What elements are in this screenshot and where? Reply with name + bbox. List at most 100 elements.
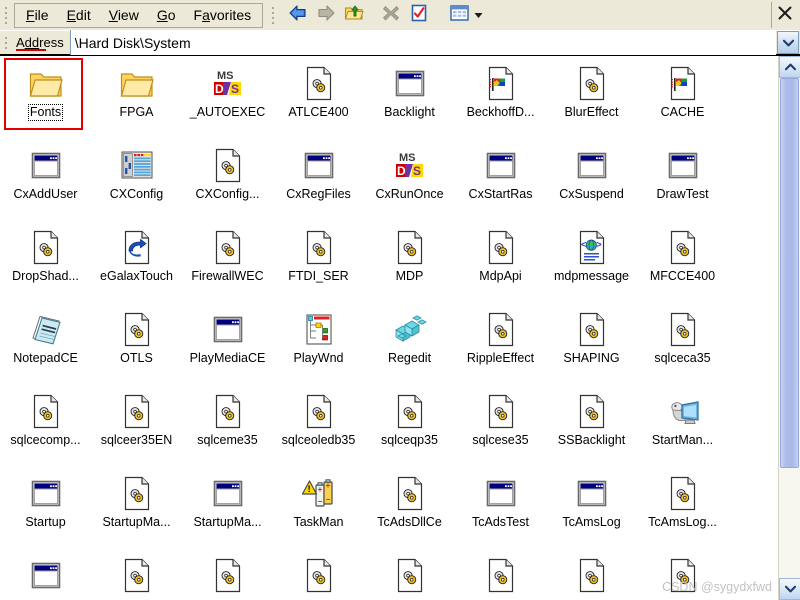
dll-gear-icon bbox=[211, 394, 245, 430]
menu-item-favorites[interactable]: Favorites bbox=[185, 4, 261, 26]
file-item-sqlceoledb35[interactable]: sqlceoledb35 bbox=[273, 389, 364, 471]
file-item-startupma-[interactable]: StartupMa... bbox=[91, 471, 182, 553]
file-item-sqlceme35[interactable]: sqlceme35 bbox=[182, 389, 273, 471]
menubar-grip[interactable] bbox=[2, 4, 10, 26]
file-item-r6c6[interactable] bbox=[546, 553, 637, 600]
file-item-beckhoffd-[interactable]: BeckhoffD... bbox=[455, 61, 546, 143]
dll-gear-icon bbox=[302, 66, 336, 102]
file-item-firewallwec[interactable]: FirewallWEC bbox=[182, 225, 273, 307]
icon-row: CxAddUser CXConfig CXConfig... CxRegFiles MS… bbox=[0, 143, 778, 225]
scroll-track[interactable] bbox=[779, 78, 800, 578]
file-item-ftdi-ser[interactable]: FTDI_SER bbox=[273, 225, 364, 307]
menu-item-file[interactable]: File bbox=[17, 4, 58, 26]
file-item-cxadduser[interactable]: CxAddUser bbox=[0, 143, 91, 225]
file-item-ssbacklight[interactable]: SSBacklight bbox=[546, 389, 637, 471]
file-item-rippleeffect[interactable]: RippleEffect bbox=[455, 307, 546, 389]
dll-gear-icon bbox=[484, 230, 518, 266]
file-item-mdpapi[interactable]: MdpApi bbox=[455, 225, 546, 307]
file-item-cxconfig[interactable]: CXConfig bbox=[91, 143, 182, 225]
file-item-fonts[interactable]: Fonts bbox=[0, 58, 91, 143]
delete-button[interactable] bbox=[378, 3, 404, 28]
file-item-drawtest[interactable]: DrawTest bbox=[637, 143, 728, 225]
file-item-startman-[interactable]: StartMan... bbox=[637, 389, 728, 471]
file-item-sqlceer35en[interactable]: sqlceer35EN bbox=[91, 389, 182, 471]
file-item-sqlceca35[interactable]: sqlceca35 bbox=[637, 307, 728, 389]
menu-item-view[interactable]: View bbox=[100, 4, 148, 26]
file-item-playmediace[interactable]: PlayMediaCE bbox=[182, 307, 273, 389]
file-item-r6c7[interactable] bbox=[637, 553, 728, 600]
file-item-r6c1[interactable] bbox=[91, 553, 182, 600]
toolbar bbox=[285, 2, 800, 29]
back-button[interactable] bbox=[285, 3, 311, 28]
vertical-scrollbar[interactable] bbox=[778, 56, 800, 600]
app-window-icon bbox=[575, 148, 609, 184]
up-one-level-button[interactable] bbox=[341, 3, 367, 28]
menu-item-go[interactable]: Go bbox=[148, 4, 185, 26]
view-mode-dropdown[interactable] bbox=[471, 3, 485, 28]
file-item-fpga[interactable]: FPGA bbox=[91, 61, 182, 143]
file-item-r6c3[interactable] bbox=[273, 553, 364, 600]
file-item-r6c4[interactable] bbox=[364, 553, 455, 600]
file-item-label: sqlceme35 bbox=[197, 433, 258, 447]
menu-item-edit[interactable]: Edit bbox=[58, 4, 100, 26]
file-item-notepadce[interactable]: NotepadCE bbox=[0, 307, 91, 389]
file-item-regedit[interactable]: Regedit bbox=[364, 307, 455, 389]
file-item-cxstartras[interactable]: CxStartRas bbox=[455, 143, 546, 225]
svg-text:−: − bbox=[325, 495, 330, 504]
address-dropdown-button[interactable] bbox=[777, 31, 799, 54]
scroll-down-button[interactable] bbox=[779, 578, 800, 600]
file-item-cxconfig-[interactable]: CXConfig... bbox=[182, 143, 273, 225]
file-item-tcadsdllce[interactable]: TcAdsDllCe bbox=[364, 471, 455, 553]
file-item-sqlceqp35[interactable]: sqlceqp35 bbox=[364, 389, 455, 471]
file-item-tcadstest[interactable]: TcAdsTest bbox=[455, 471, 546, 553]
file-item-cxregfiles[interactable]: CxRegFiles bbox=[273, 143, 364, 225]
file-item-label: _AUTOEXEC bbox=[189, 105, 266, 119]
address-input[interactable]: \Hard Disk\System bbox=[69, 30, 776, 55]
scroll-thumb[interactable] bbox=[780, 78, 799, 468]
file-item-tcamslog-[interactable]: TcAmsLog... bbox=[637, 471, 728, 553]
file-item-shaping[interactable]: SHAPING bbox=[546, 307, 637, 389]
file-item-blureffect[interactable]: BlurEffect bbox=[546, 61, 637, 143]
file-item-r6c5[interactable] bbox=[455, 553, 546, 600]
dll-gear-icon bbox=[29, 230, 63, 266]
file-item-sqlcecomp-[interactable]: sqlcecomp... bbox=[0, 389, 91, 471]
file-item-atlce400[interactable]: ATLCE400 bbox=[273, 61, 364, 143]
file-item-taskman[interactable]: + + − −! TaskMan bbox=[273, 471, 364, 553]
file-item-label: TaskMan bbox=[293, 515, 344, 529]
file-item-tcamslog[interactable]: TcAmsLog bbox=[546, 471, 637, 553]
dll-gear-icon bbox=[29, 394, 63, 430]
file-item-label: StartMan... bbox=[651, 433, 714, 447]
file-item-otls[interactable]: OTLS bbox=[91, 307, 182, 389]
file-item-label: PlayMediaCE bbox=[189, 351, 266, 365]
file-item-label: FPGA bbox=[119, 105, 154, 119]
svg-text:D: D bbox=[397, 164, 406, 178]
file-item-backlight[interactable]: Backlight bbox=[364, 61, 455, 143]
file-item-sqlcese35[interactable]: sqlcese35 bbox=[455, 389, 546, 471]
scroll-up-button[interactable] bbox=[779, 56, 800, 78]
file-item-startup[interactable]: Startup bbox=[0, 471, 91, 553]
file-item-mfcce400[interactable]: MFCCE400 bbox=[637, 225, 728, 307]
close-button[interactable] bbox=[771, 2, 798, 28]
address-grip[interactable] bbox=[2, 32, 10, 54]
file-item-startupma-[interactable]: StartupMa... bbox=[182, 471, 273, 553]
file-item-playwnd[interactable]: PlayWnd bbox=[273, 307, 364, 389]
address-label: Address bbox=[12, 35, 70, 51]
file-item-cxsuspend[interactable]: CxSuspend bbox=[546, 143, 637, 225]
file-item-r6c0[interactable] bbox=[0, 553, 91, 600]
properties-button[interactable] bbox=[406, 3, 432, 28]
icon-grid[interactable]: Fonts FPGA MS D S _AUTOEXEC ATLCE400 Backlight B… bbox=[0, 56, 778, 600]
file-item-cxrunonce[interactable]: MS D S CxRunOnce bbox=[364, 143, 455, 225]
file-item-egalaxtouch[interactable]: eGalaxTouch bbox=[91, 225, 182, 307]
file-item--autoexec[interactable]: MS D S _AUTOEXEC bbox=[182, 61, 273, 143]
app-window-icon bbox=[484, 148, 518, 184]
content-area: Fonts FPGA MS D S _AUTOEXEC ATLCE400 Backlight B… bbox=[0, 56, 800, 600]
forward-button[interactable] bbox=[313, 3, 339, 28]
file-item-cache[interactable]: CACHE bbox=[637, 61, 728, 143]
toolbar-grip[interactable] bbox=[269, 4, 277, 26]
file-item-dropshad-[interactable]: DropShad... bbox=[0, 225, 91, 307]
file-item-label: Regedit bbox=[387, 351, 432, 365]
file-item-mdpmessage[interactable]: < > mdpmessage bbox=[546, 225, 637, 307]
file-item-mdp[interactable]: MDP bbox=[364, 225, 455, 307]
address-label-post: ress bbox=[39, 35, 64, 50]
file-item-r6c2[interactable] bbox=[182, 553, 273, 600]
